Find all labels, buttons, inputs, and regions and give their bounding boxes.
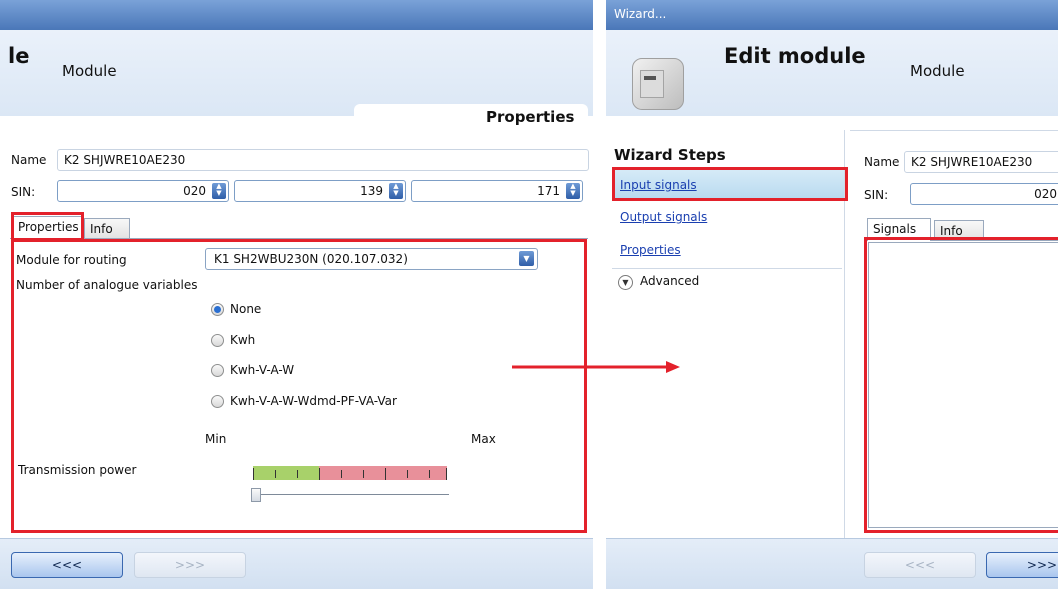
sin-label: SIN: [11, 185, 36, 199]
sin-field-1-value: 020 [183, 184, 206, 198]
right-page-subtitle: Module [910, 62, 965, 80]
tab-info-label: Info [90, 222, 113, 236]
left-titlebar [0, 0, 593, 30]
sin-field-3[interactable]: 171 ▲ ▼ [411, 180, 583, 202]
sin-field-2-value: 139 [360, 184, 383, 198]
right-page-title: Edit module [724, 44, 866, 68]
advanced-label[interactable]: Advanced [640, 274, 699, 288]
device-face [640, 70, 664, 98]
wizard-steps-heading: Wizard Steps [614, 146, 726, 164]
right-sin-field[interactable]: 020 [910, 183, 1058, 205]
window-gap [593, 0, 606, 589]
step-output-signals[interactable]: Output signals [620, 210, 707, 224]
chevron-down-circle-icon[interactable]: ▼ [618, 275, 633, 290]
sin-field-1-spinner[interactable]: ▲ ▼ [212, 183, 226, 199]
right-titlebar [606, 0, 1058, 30]
right-name-field[interactable]: K2 SHJWRE10AE230 [904, 151, 1058, 173]
device-terminals [644, 76, 656, 80]
properties-section-title: Properties [486, 108, 575, 126]
back-button[interactable]: <<< [11, 552, 123, 578]
right-sin-value: 020 [1034, 187, 1057, 201]
sin-field-3-spinner[interactable]: ▲ ▼ [566, 183, 580, 199]
right-content-top-edge [850, 130, 1058, 131]
left-page-subtitle: Module [62, 62, 117, 80]
wizard-next-button[interactable]: >>> [986, 552, 1058, 578]
highlight-input-signals-step [612, 167, 848, 201]
wizard-back-button[interactable]: <<< [864, 552, 976, 578]
red-arrow-icon [512, 361, 680, 373]
step-properties[interactable]: Properties [620, 243, 681, 257]
wizard-window-title: Wizard... [614, 7, 667, 21]
sin-field-3-value: 171 [537, 184, 560, 198]
next-button-disabled[interactable]: >>> [134, 552, 246, 578]
highlight-properties-panel [11, 239, 587, 533]
right-window: Wizard... Edit module Module Wizard Step… [606, 0, 1058, 589]
sidebar-divider [612, 268, 842, 269]
left-window: le Module Properties Name K2 SHJWRE10AE2… [0, 0, 593, 589]
right-sin-label: SIN: [864, 188, 889, 202]
tab-info[interactable]: Info [84, 218, 130, 238]
highlight-signals-panel [864, 237, 1058, 533]
right-tab-info-label: Info [940, 224, 963, 238]
name-label: Name [11, 153, 47, 167]
sin-field-2[interactable]: 139 ▲ ▼ [234, 180, 406, 202]
name-field[interactable]: K2 SHJWRE10AE230 [57, 149, 589, 171]
highlight-properties-tab [11, 212, 84, 241]
module-device-image [624, 48, 696, 120]
sin-field-1[interactable]: 020 ▲ ▼ [57, 180, 229, 202]
advanced-toggle[interactable]: ▼ Advanced [618, 274, 758, 292]
right-name-label: Name [864, 155, 900, 169]
sin-field-2-spinner[interactable]: ▲ ▼ [389, 183, 403, 199]
left-page-title: le [8, 44, 30, 68]
